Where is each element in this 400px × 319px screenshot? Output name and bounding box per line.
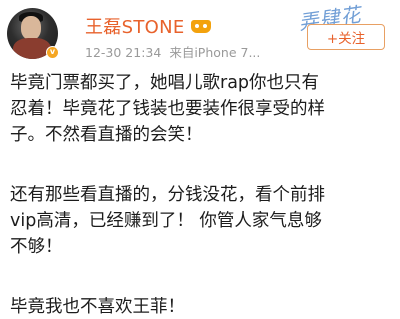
- post-paragraph-2: 还有那些看直播的，分钱没花，看个前排 vip高清，已经赚到了！ 你管人家气息够 …: [10, 182, 325, 260]
- username-row: 王磊STONE: [85, 14, 211, 38]
- post-line: vip高清，已经赚到了！ 你管人家气息够: [10, 211, 322, 231]
- avatar-face: [21, 16, 41, 40]
- username[interactable]: 王磊STONE: [85, 13, 185, 39]
- verified-badge-icon: v: [46, 46, 59, 59]
- avatar-shirt: [13, 38, 51, 59]
- follow-button[interactable]: +关注: [307, 24, 385, 50]
- vip-crown-shape: [190, 20, 211, 33]
- post-timestamp: 12-30 21:34: [85, 45, 162, 60]
- post-header: v 王磊STONE 12-30 21:34 来自iPhone 7... 弄肆花 +…: [0, 0, 400, 62]
- post-line: 还有那些看直播的，分钱没花，看个前排: [10, 185, 325, 205]
- vip-dot-right: [202, 24, 207, 28]
- vip-dot-left: [194, 24, 199, 28]
- post-paragraph-1: 毕竟门票都买了，她唱儿歌rap你也只有 忍着！毕竟花了钱装也要装作很享受的样 子…: [10, 70, 325, 148]
- post-line: 毕竟我也不喜欢王菲！: [10, 297, 185, 317]
- post-paragraph-3: 毕竟我也不喜欢王菲！: [10, 294, 185, 319]
- post-line: 毕竟门票都买了，她唱儿歌rap你也只有: [10, 73, 320, 93]
- follow-label: +关注: [326, 31, 366, 47]
- post-line: 忍着！毕竟花了钱装也要装作很享受的样: [10, 99, 325, 119]
- post-meta: 12-30 21:34 来自iPhone 7...: [85, 42, 260, 61]
- post-line: 子。不然看直播的会笑！: [10, 125, 203, 145]
- post-line: 不够！: [10, 237, 63, 257]
- crown-vip-icon: [190, 18, 211, 34]
- post-source: 来自iPhone 7...: [169, 45, 261, 60]
